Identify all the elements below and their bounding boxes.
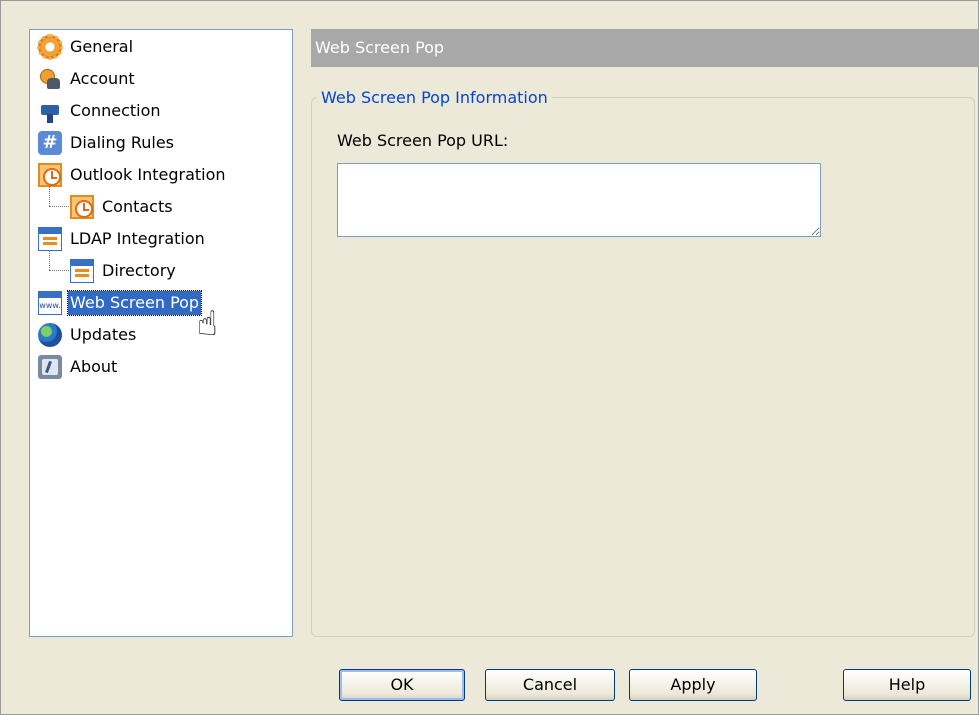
tree-item-label: Contacts (102, 197, 173, 216)
panel-title: Web Screen Pop (311, 29, 979, 67)
group-title: Web Screen Pop Information (317, 87, 552, 109)
tree-item-label: Outlook Integration (70, 165, 226, 184)
tree-item-connection[interactable]: Connection (38, 96, 163, 126)
cancel-button[interactable]: Cancel (485, 669, 615, 701)
tree-item-label: Updates (70, 325, 137, 344)
tree-connector (49, 206, 69, 207)
directory-icon (38, 227, 62, 251)
hash-icon: # (38, 131, 62, 155)
tree-item-contacts[interactable]: Contacts (70, 192, 175, 222)
about-icon (38, 355, 62, 379)
settings-tree[interactable]: General Account Connection # Dialing Rul… (29, 29, 293, 637)
tree-item-web-screen-pop[interactable]: www. Web Screen Pop (38, 288, 203, 318)
clock-icon (70, 195, 94, 219)
tree-item-label: Web Screen Pop (66, 290, 203, 316)
tree-item-directory[interactable]: Directory (70, 256, 178, 286)
tree-connector (49, 250, 50, 270)
plug-icon (38, 99, 62, 123)
account-icon (38, 67, 62, 91)
tree-item-outlook-integration[interactable]: Outlook Integration (38, 160, 228, 190)
tree-item-label: Connection (70, 101, 161, 120)
tree-item-label: Dialing Rules (70, 133, 175, 152)
globe-icon (38, 323, 62, 347)
tree-connector (49, 186, 50, 206)
tree-item-label: Account (70, 69, 135, 88)
ok-button[interactable]: OK (339, 669, 465, 701)
tree-item-account[interactable]: Account (38, 64, 137, 94)
gear-icon (37, 34, 63, 60)
tree-connector (49, 270, 69, 271)
tree-item-label: Directory (102, 261, 176, 280)
tree-item-about[interactable]: About (38, 352, 119, 382)
options-dialog: General Account Connection # Dialing Rul… (0, 0, 979, 715)
url-input[interactable] (337, 163, 821, 237)
clock-icon (38, 163, 62, 187)
url-label: Web Screen Pop URL: (337, 131, 509, 150)
tree-item-dialing-rules[interactable]: # Dialing Rules (38, 128, 176, 158)
directory-icon (70, 259, 94, 283)
tree-item-label: LDAP Integration (70, 229, 205, 248)
apply-button[interactable]: Apply (629, 669, 757, 701)
tree-item-general[interactable]: General (37, 32, 135, 62)
tree-item-label: General (70, 37, 134, 56)
tree-item-updates[interactable]: Updates (38, 320, 138, 350)
web-icon: www. (38, 291, 62, 315)
help-button[interactable]: Help (843, 669, 971, 701)
hand-cursor-icon: ☝ (197, 304, 218, 344)
tree-item-ldap-integration[interactable]: LDAP Integration (38, 224, 207, 254)
tree-item-label: About (70, 357, 118, 376)
